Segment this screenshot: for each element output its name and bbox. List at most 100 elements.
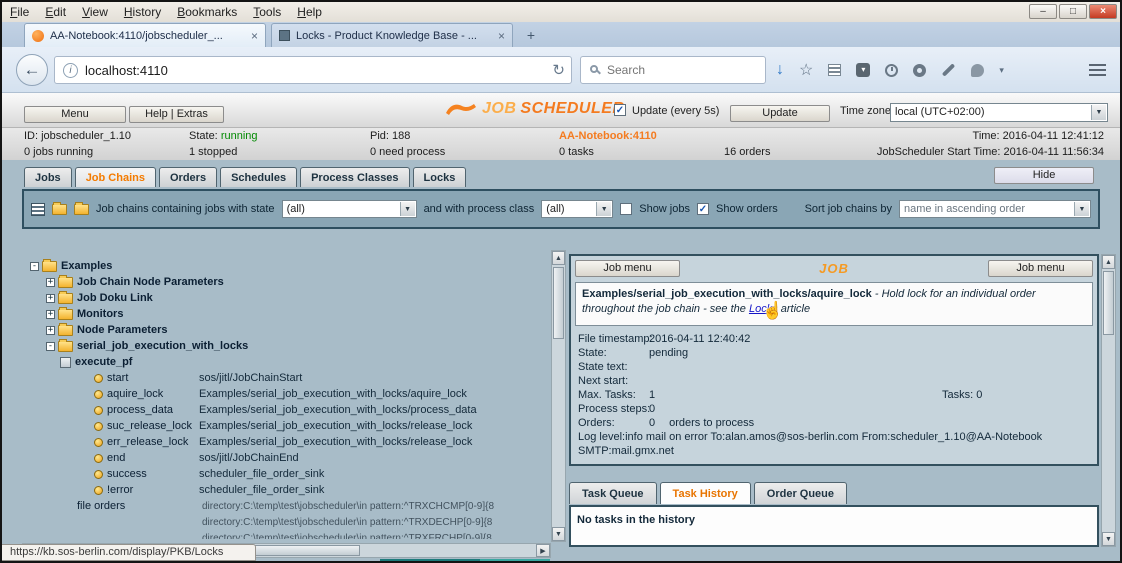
tab-job-chains[interactable]: Job Chains — [74, 167, 156, 187]
url-bar[interactable]: i ↻ — [54, 56, 572, 84]
menu-history[interactable]: History — [116, 3, 169, 21]
gear-icon[interactable] — [913, 63, 927, 77]
tree-row[interactable]: + Job Chain Node Parameters — [22, 274, 551, 290]
expand-icon[interactable]: + — [46, 309, 55, 319]
tree-node-label[interactable]: Job Chain Node Parameters — [77, 276, 224, 288]
list-view-icon[interactable] — [31, 202, 45, 216]
tree-node-label[interactable]: serial_job_execution_with_locks — [77, 340, 248, 352]
state-filter-select[interactable]: (all) ▼ — [281, 200, 417, 218]
scheduler-menu-button[interactable]: Menu — [24, 106, 126, 123]
tree-row[interactable]: aquire_lock Examples/serial_job_executio… — [22, 386, 551, 402]
pocket-icon[interactable]: ▾ — [856, 63, 871, 77]
scroll-down-icon[interactable]: ▼ — [1102, 532, 1115, 546]
expand-icon[interactable]: + — [46, 325, 55, 335]
update-checkbox[interactable]: ✓ — [614, 104, 626, 116]
scroll-right-icon[interactable]: ▶ — [536, 544, 550, 557]
tree-row[interactable]: execute_pf — [22, 354, 551, 370]
open-folder-icon[interactable] — [52, 201, 67, 215]
tab-task-queue[interactable]: Task Queue — [569, 482, 657, 504]
reload-icon[interactable]: ↻ — [552, 61, 565, 79]
expand-icon[interactable]: + — [46, 293, 55, 303]
menu-file[interactable]: File — [2, 3, 37, 21]
expand-icon[interactable]: + — [46, 277, 55, 287]
maximize-button[interactable]: □ — [1059, 4, 1087, 19]
tab-jobs[interactable]: Jobs — [24, 167, 72, 187]
tree-row[interactable]: file orders directory:C:\temp\test\jobsc… — [22, 498, 551, 514]
tab-close-icon[interactable]: × — [251, 30, 258, 42]
node-label[interactable]: aquire_lock — [107, 388, 163, 400]
browser-tab-jobscheduler[interactable]: AA-Notebook:4110/jobscheduler_... × — [24, 23, 266, 47]
site-info-icon[interactable]: i — [63, 63, 78, 78]
tree-node-label[interactable]: Examples — [61, 260, 112, 272]
developer-wrench-icon[interactable] — [942, 63, 956, 77]
minimize-button[interactable]: – — [1029, 4, 1057, 19]
node-label[interactable]: start — [107, 372, 128, 384]
chevron-down-icon[interactable]: ▾ — [999, 65, 1004, 76]
scrollbar-thumb[interactable] — [1103, 271, 1114, 335]
tree-row[interactable]: + Job Doku Link — [22, 290, 551, 306]
tree-node-label[interactable]: Monitors — [77, 308, 123, 320]
file-orders-label[interactable]: file orders — [77, 500, 125, 512]
tree-node-label[interactable]: execute_pf — [75, 356, 132, 368]
scroll-down-icon[interactable]: ▼ — [552, 527, 565, 541]
tab-schedules[interactable]: Schedules — [220, 167, 298, 187]
folder-icon[interactable] — [74, 201, 89, 215]
scroll-up-icon[interactable]: ▲ — [1102, 255, 1115, 269]
sort-select[interactable]: name in ascending order ▼ — [899, 200, 1091, 218]
timezone-select[interactable]: local (UTC+02:00) ▼ — [890, 103, 1108, 122]
tree-row[interactable]: + Node Parameters — [22, 322, 551, 338]
browser-tab-locks-kb[interactable]: Locks - Product Knowledge Base - ... × — [271, 23, 513, 47]
back-button[interactable]: ← — [16, 54, 48, 86]
menu-hamburger-icon[interactable] — [1089, 64, 1106, 76]
help-extras-button[interactable]: Help | Extras — [129, 106, 224, 123]
menu-tools[interactable]: Tools — [245, 3, 289, 21]
tree-row[interactable]: + Monitors — [22, 306, 551, 322]
job-panel-scrollbar[interactable]: ▲ ▼ — [1101, 254, 1116, 547]
url-input[interactable] — [85, 58, 525, 82]
menu-edit[interactable]: Edit — [37, 3, 74, 21]
show-orders-checkbox[interactable]: ✓ — [697, 203, 709, 215]
tree-row[interactable]: suc_release_lock Examples/serial_job_exe… — [22, 418, 551, 434]
update-button[interactable]: Update — [730, 105, 830, 122]
tree-row[interactable]: process_data Examples/serial_job_executi… — [22, 402, 551, 418]
tab-close-icon[interactable]: × — [498, 30, 505, 42]
tree-row[interactable]: start sos/jitl/JobChainStart — [22, 370, 551, 386]
scrollbar-thumb[interactable] — [240, 545, 360, 556]
history-clock-icon[interactable] — [885, 63, 899, 77]
tab-order-queue[interactable]: Order Queue — [753, 482, 848, 504]
close-button[interactable]: × — [1089, 4, 1117, 19]
job-menu-button-right[interactable]: Job menu — [988, 260, 1093, 277]
menu-view[interactable]: View — [74, 3, 116, 21]
tree-row[interactable]: err_release_lock Examples/serial_job_exe… — [22, 434, 551, 450]
tree-row[interactable]: - serial_job_execution_with_locks — [22, 338, 551, 354]
node-label[interactable]: suc_release_lock — [107, 420, 192, 432]
download-icon[interactable]: ↓ — [776, 61, 784, 79]
bookmarks-panel-icon[interactable] — [828, 64, 842, 76]
search-input[interactable] — [607, 58, 757, 82]
tab-orders[interactable]: Orders — [158, 167, 218, 187]
tree-row[interactable]: success scheduler_file_order_sink — [22, 466, 551, 482]
show-jobs-checkbox[interactable] — [620, 203, 633, 215]
tab-locks[interactable]: Locks — [412, 167, 467, 187]
search-bar[interactable] — [580, 56, 766, 84]
scroll-up-icon[interactable]: ▲ — [552, 251, 565, 265]
tree-node-label[interactable]: Job Doku Link — [77, 292, 153, 304]
menu-help[interactable]: Help — [289, 3, 330, 21]
select-arrow-icon[interactable]: ▼ — [1074, 202, 1089, 216]
hide-button[interactable]: Hide — [994, 167, 1094, 184]
tree-row[interactable]: !error scheduler_file_order_sink — [22, 482, 551, 498]
node-label[interactable]: end — [107, 452, 125, 464]
node-label[interactable]: success — [107, 468, 147, 480]
node-label[interactable]: process_data — [107, 404, 173, 416]
node-label[interactable]: !error — [107, 484, 133, 496]
menu-bookmarks[interactable]: Bookmarks — [169, 3, 245, 21]
select-arrow-icon[interactable]: ▼ — [1091, 105, 1106, 120]
select-arrow-icon[interactable]: ▼ — [596, 202, 612, 216]
bookmark-star-icon[interactable]: ☆ — [799, 60, 813, 80]
scrollbar-thumb[interactable] — [553, 267, 564, 339]
tree-row[interactable]: - Examples — [22, 258, 551, 274]
node-label[interactable]: err_release_lock — [107, 436, 188, 448]
themes-icon[interactable] — [971, 63, 985, 77]
tab-process-classes[interactable]: Process Classes — [300, 167, 410, 187]
tab-task-history[interactable]: Task History — [659, 482, 751, 504]
